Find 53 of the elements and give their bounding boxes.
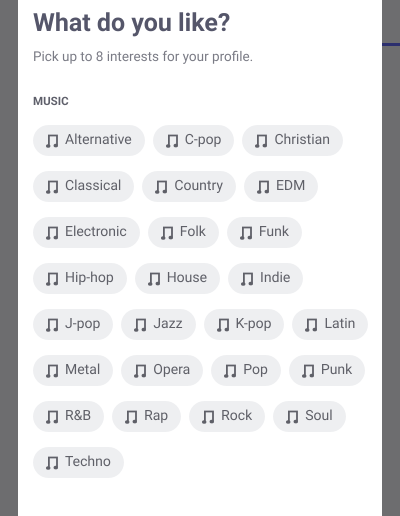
music-note-icon [286, 410, 298, 424]
dialog-subtitle: Pick up to 8 interests for your profile. [33, 48, 254, 66]
interest-chip[interactable]: C-pop [152, 125, 234, 156]
interest-chip[interactable]: Metal [33, 355, 114, 386]
music-note-icon [46, 410, 58, 424]
interest-chip[interactable]: Opera [121, 355, 204, 386]
interest-chip[interactable]: J-pop [33, 309, 114, 340]
music-note-icon [166, 134, 178, 148]
music-note-icon [46, 318, 58, 332]
interest-chip[interactable]: R&B [33, 401, 104, 432]
interest-chip[interactable]: Classical [33, 171, 134, 202]
dialog-title: What do you like? [33, 9, 232, 39]
music-note-icon [46, 226, 58, 240]
interest-chip[interactable]: EDM [244, 171, 318, 202]
interest-chip[interactable]: Folk [148, 217, 219, 248]
music-note-icon [46, 272, 58, 286]
interest-chip[interactable]: Pop [211, 355, 281, 386]
music-note-icon [302, 364, 314, 378]
interest-chip[interactable]: House [134, 263, 220, 294]
interest-chip[interactable]: Indie [228, 263, 304, 294]
interest-chip[interactable]: Punk [288, 355, 366, 386]
interest-chip[interactable]: K-pop [204, 309, 284, 340]
interest-chip[interactable]: Hip-hop [33, 263, 127, 294]
section-heading: MUSIC [33, 94, 70, 108]
music-note-icon [202, 410, 214, 424]
interest-chip[interactable]: Alternative [33, 125, 145, 156]
music-note-icon [46, 364, 58, 378]
interest-chip[interactable]: Rap [112, 401, 182, 432]
interest-chip[interactable]: Techno [33, 447, 124, 478]
music-note-icon [46, 456, 58, 470]
music-note-icon [256, 180, 269, 194]
interest-chip[interactable]: Country [142, 171, 236, 202]
interest-chip[interactable]: Christian [242, 125, 343, 156]
music-note-icon [46, 180, 58, 194]
interest-chip[interactable]: Jazz [121, 309, 196, 340]
music-note-icon [125, 410, 138, 424]
music-note-icon [46, 134, 58, 148]
interest-chip[interactable]: Rock [189, 401, 266, 432]
music-note-icon [216, 318, 229, 332]
music-note-icon [224, 364, 236, 378]
interest-chip[interactable]: Latin [292, 309, 368, 340]
music-note-icon [241, 272, 254, 286]
music-note-icon [240, 226, 252, 240]
interest-chip[interactable]: Electronic [33, 217, 140, 248]
music-note-icon [148, 272, 160, 286]
interest-chip[interactable]: Soul [273, 401, 346, 432]
interest-chip[interactable]: Funk [226, 217, 302, 248]
music-note-icon [305, 318, 318, 332]
music-note-icon [255, 134, 268, 148]
music-note-icon [134, 364, 146, 378]
music-note-icon [134, 318, 146, 332]
music-note-icon [155, 180, 168, 194]
music-note-icon [160, 226, 173, 240]
